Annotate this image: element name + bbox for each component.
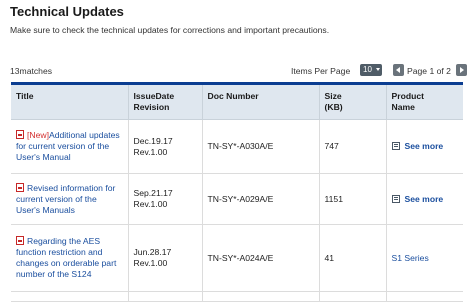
see-more-link[interactable]: See more <box>391 194 443 204</box>
column-header-size[interactable]: Size (KB) <box>318 83 386 120</box>
product-series-link[interactable]: S1 Series <box>392 253 429 263</box>
page-title: Technical Updates <box>10 4 124 19</box>
document-link[interactable]: Revised information for current version … <box>16 183 115 215</box>
doc-number-cell: TN-SY*-A030A/E <box>201 119 319 174</box>
pdf-icon <box>16 236 24 245</box>
chevron-down-icon <box>376 68 380 71</box>
doc-number-cell: TN-SY*-A029A/E <box>201 173 319 225</box>
title-cell: [New]Additional updates for current vers… <box>11 119 128 174</box>
match-count: 13matches <box>10 66 53 76</box>
doc-number-cell: TN-SY*-A024A/E <box>201 224 319 292</box>
title-cell: Revised information for current version … <box>11 173 128 225</box>
table-row: Revised information for current version … <box>11 173 463 225</box>
column-header-doc-number[interactable]: Doc Number <box>201 83 319 120</box>
table-row: [New]Additional updates for current vers… <box>11 119 463 174</box>
product-name-cell: See more <box>385 119 463 174</box>
product-name-cell: S1 Series <box>385 224 463 292</box>
chevron-right-icon <box>460 67 464 73</box>
items-per-page-label: Items Per Page <box>291 66 351 76</box>
list-icon <box>391 194 400 203</box>
items-per-page-value: 10 <box>363 65 372 74</box>
table-header-row: Title IssueDate Revision Doc Number Size… <box>11 83 463 120</box>
issue-date-cell: Dec.19.17 Rev.1.00 <box>127 119 202 174</box>
issue-date-cell: Sep.21.17 Rev.1.00 <box>127 173 202 225</box>
page-indicator: Page 1 of 2 <box>407 66 451 76</box>
title-cell: Regarding the AES function restriction a… <box>11 224 128 292</box>
product-name-cell: See more <box>385 173 463 225</box>
column-header-issuedate[interactable]: IssueDate Revision <box>127 83 202 120</box>
size-cell: 41 <box>318 224 386 292</box>
chevron-left-icon <box>396 67 400 73</box>
next-page-button[interactable] <box>456 64 467 76</box>
size-cell: 747 <box>318 119 386 174</box>
column-header-product-name[interactable]: Product Name <box>385 83 463 120</box>
document-link[interactable]: [New]Additional updates for current vers… <box>16 130 120 162</box>
pdf-icon <box>16 130 24 139</box>
see-more-link[interactable]: See more <box>391 141 443 151</box>
column-header-title[interactable]: Title <box>11 83 128 120</box>
previous-page-button[interactable] <box>393 64 404 76</box>
document-link[interactable]: Regarding the AES function restriction a… <box>16 236 116 279</box>
page-subtitle: Make sure to check the technical updates… <box>10 25 330 35</box>
issue-date-cell: Jun.28.17 Rev.1.00 <box>127 224 202 292</box>
new-badge: [New] <box>27 130 49 140</box>
pdf-icon <box>16 182 24 192</box>
table-row: Regarding the AES function restriction a… <box>11 224 463 292</box>
technical-updates-table: Title IssueDate Revision Doc Number Size… <box>11 82 463 302</box>
items-per-page-select[interactable]: 10 <box>360 64 382 76</box>
size-cell: 1151 <box>318 173 386 225</box>
table-row <box>11 291 463 302</box>
list-icon <box>391 142 400 150</box>
